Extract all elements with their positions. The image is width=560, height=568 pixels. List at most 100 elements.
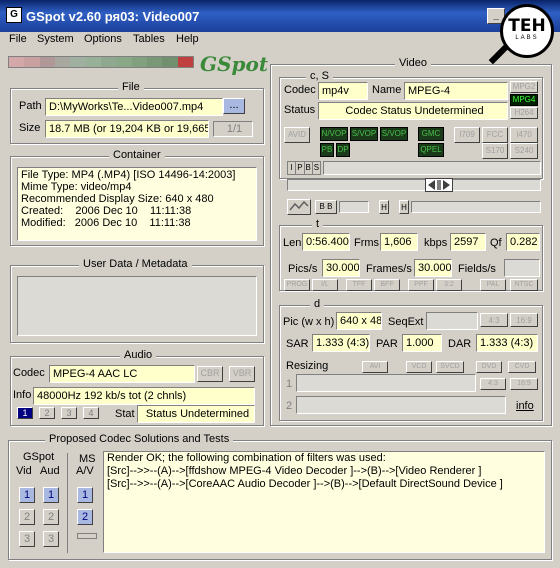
fcc-button[interactable]: FCC — [482, 127, 508, 143]
userdata-box[interactable] — [17, 276, 257, 336]
dar-field[interactable]: 1.333 (4:3) — [476, 334, 538, 352]
mpg4-button[interactable]: MPG4 — [510, 94, 538, 106]
ms-av-2[interactable]: 2 — [77, 509, 93, 525]
gmc-button[interactable]: GMC — [418, 127, 444, 141]
i470-button[interactable]: I470 — [510, 127, 538, 143]
flag-bff[interactable]: BFF — [374, 279, 400, 291]
flag-ntsc[interactable]: NTSC — [510, 279, 538, 291]
flag-pal[interactable]: PAL — [480, 279, 506, 291]
frms-field[interactable]: 1,606 — [380, 233, 418, 251]
cbr-button[interactable]: CBR — [197, 366, 223, 382]
resize-svcd-button[interactable]: SVCD — [436, 361, 464, 373]
frames-field[interactable]: 30.000 — [414, 259, 452, 277]
pic-field[interactable]: 640 x 48 — [336, 312, 382, 330]
gspot-app-icon[interactable]: G — [6, 7, 22, 23]
audio-stream-3[interactable]: 3 — [61, 407, 77, 419]
video-name-field[interactable]: MPEG-4 — [404, 82, 508, 100]
resize-row-1-label: 1 — [286, 378, 293, 390]
i709-button[interactable]: I709 — [454, 127, 480, 143]
divider — [67, 453, 68, 553]
dp-button[interactable]: DP — [336, 143, 350, 157]
teh-labs-logo: TEH LABS — [500, 4, 554, 58]
audio-stat-field[interactable]: Status Undetermined — [137, 405, 255, 423]
flag-ppf[interactable]: PPF — [408, 279, 434, 291]
par-field[interactable]: 1.000 — [402, 334, 442, 352]
menu-file[interactable]: File — [9, 33, 27, 45]
fields-field[interactable] — [504, 259, 540, 277]
h-button-2[interactable]: H — [399, 200, 409, 214]
svop-button[interactable]: S/VOP — [350, 127, 378, 141]
mpg2-button[interactable]: MPG2 — [510, 81, 538, 93]
frame-timeline[interactable] — [287, 179, 541, 191]
seqext-field[interactable] — [426, 312, 478, 330]
userdata-group: User Data / Metadata — [10, 258, 264, 343]
gspot-brand-text: GSpot — [200, 52, 269, 76]
flag-il[interactable]: I/L — [312, 279, 338, 291]
gspot-vid-2[interactable]: 2 — [19, 509, 35, 525]
gspot-vid-3[interactable]: 3 — [19, 531, 35, 547]
s170-button[interactable]: S170 — [482, 143, 508, 159]
resize-cvd-button[interactable]: CVD — [508, 361, 536, 373]
h-button-1[interactable]: H — [379, 200, 389, 214]
pics-field[interactable]: 30.000 — [322, 259, 360, 277]
qpel-button[interactable]: QPEL — [418, 143, 444, 157]
audio-stream-1[interactable]: 1 — [17, 407, 33, 419]
h264-button[interactable]: H264 — [510, 107, 538, 119]
resize-row-2-field[interactable] — [296, 396, 506, 414]
resize-dvd-button[interactable]: DVD — [476, 361, 502, 373]
audio-stream-4[interactable]: 4 — [83, 407, 99, 419]
kbps-field[interactable]: 2597 — [450, 233, 486, 251]
flag-tff[interactable]: TFF — [346, 279, 372, 291]
menu-help[interactable]: Help — [176, 33, 199, 45]
size-field[interactable]: 18.7 MB (or 19,204 KB or 19,665, — [45, 120, 209, 138]
userdata-legend: User Data / Metadata — [79, 258, 192, 270]
frame-b: B — [305, 162, 313, 174]
resize-row-2-label: 2 — [286, 400, 293, 412]
ms-av-1[interactable]: 1 — [77, 487, 93, 503]
resize-row-1-field[interactable] — [296, 374, 476, 392]
sar-field[interactable]: 1.333 (4:3) — [312, 334, 370, 352]
path-label: Path — [19, 100, 42, 112]
resize-avi-button[interactable]: AVI — [362, 361, 388, 373]
video-status-field[interactable]: Codec Status Undetermined — [318, 102, 508, 120]
timeline-cursor-icon[interactable] — [425, 178, 453, 192]
flag-prog[interactable]: PROG — [284, 279, 310, 291]
ratio-43-button[interactable]: 4:3 — [480, 313, 508, 327]
resize-row1-169[interactable]: 16:9 — [510, 378, 538, 390]
bitrate-graph-icon[interactable] — [287, 199, 311, 215]
pb-button[interactable]: PB — [320, 143, 334, 157]
title-bar[interactable]: G GSpot v2.60 ря03: Video007 _ — [0, 0, 560, 32]
info-link[interactable]: info — [516, 400, 534, 412]
gspot-aud-2[interactable]: 2 — [43, 509, 59, 525]
s240-button[interactable]: S240 — [510, 143, 538, 159]
audio-info-field[interactable]: 48000Hz 192 kb/s tot (2 chnls) — [33, 387, 255, 405]
b-b-button[interactable]: B B — [315, 200, 337, 214]
audio-stream-2[interactable]: 2 — [39, 407, 55, 419]
proposed-output-box[interactable]: Render OK; the following combination of … — [103, 451, 545, 553]
frms-label: Frms — [354, 237, 380, 249]
menu-tables[interactable]: Tables — [133, 33, 165, 45]
ratio-169-button[interactable]: 16:9 — [510, 313, 538, 327]
resize-row1-43[interactable]: 4:3 — [480, 378, 506, 390]
len-field[interactable]: 0:56.400 — [302, 233, 350, 251]
nvop-button[interactable]: N/VOP — [320, 127, 348, 141]
browse-button[interactable]: ... — [223, 98, 245, 114]
vbr-button[interactable]: VBR — [229, 366, 255, 382]
video-legend: Video — [395, 57, 431, 69]
gspot-aud-3[interactable]: 3 — [43, 531, 59, 547]
resize-vcd-button[interactable]: VCD — [406, 361, 432, 373]
menu-bar: File System Options Tables Help — [0, 32, 500, 50]
container-info-box[interactable]: File Type: MP4 (.MP4) [ISO 14496-14:2003… — [17, 167, 257, 241]
qf-field[interactable]: 0.282 — [506, 233, 540, 251]
video-codec-field[interactable]: mp4v — [318, 82, 368, 100]
audio-codec-field[interactable]: MPEG-4 AAC LC — [49, 365, 195, 383]
gspot-aud-1[interactable]: 1 — [43, 487, 59, 503]
path-field[interactable]: D:\MyWorks\Te...Video007.mp4 — [45, 98, 223, 116]
gspot-vid-1[interactable]: 1 — [19, 487, 35, 503]
flag-32[interactable]: 3:2 — [436, 279, 462, 291]
svop2-button[interactable]: S/VOP — [380, 127, 408, 141]
len-label: Len — [283, 237, 302, 249]
avid-button[interactable]: AVID — [284, 127, 310, 143]
menu-options[interactable]: Options — [84, 33, 122, 45]
menu-system[interactable]: System — [37, 33, 74, 45]
